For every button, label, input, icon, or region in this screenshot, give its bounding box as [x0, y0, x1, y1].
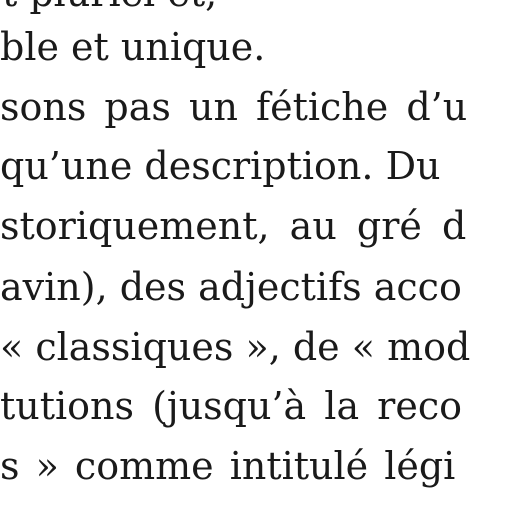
text-line-6: « classiques », de « mod	[0, 325, 471, 369]
text-line-7: tutions (jusqu’à la reco	[0, 384, 462, 428]
text-line-3: qu’une description. Du	[0, 144, 441, 188]
text-line-5: avin), des adjectifs acco	[0, 265, 462, 309]
text-line-8: s » comme intitulé légi	[0, 444, 456, 488]
text-line-0: t pluriel et,	[2, 0, 217, 12]
text-line-2: sons pas un fétiche d’u	[0, 85, 468, 129]
text-line-4: storiquement, au gré d	[0, 204, 467, 248]
document-page: t pluriel et, ble et unique. sons pas un…	[0, 0, 512, 512]
text-line-1: ble et unique.	[0, 25, 266, 69]
